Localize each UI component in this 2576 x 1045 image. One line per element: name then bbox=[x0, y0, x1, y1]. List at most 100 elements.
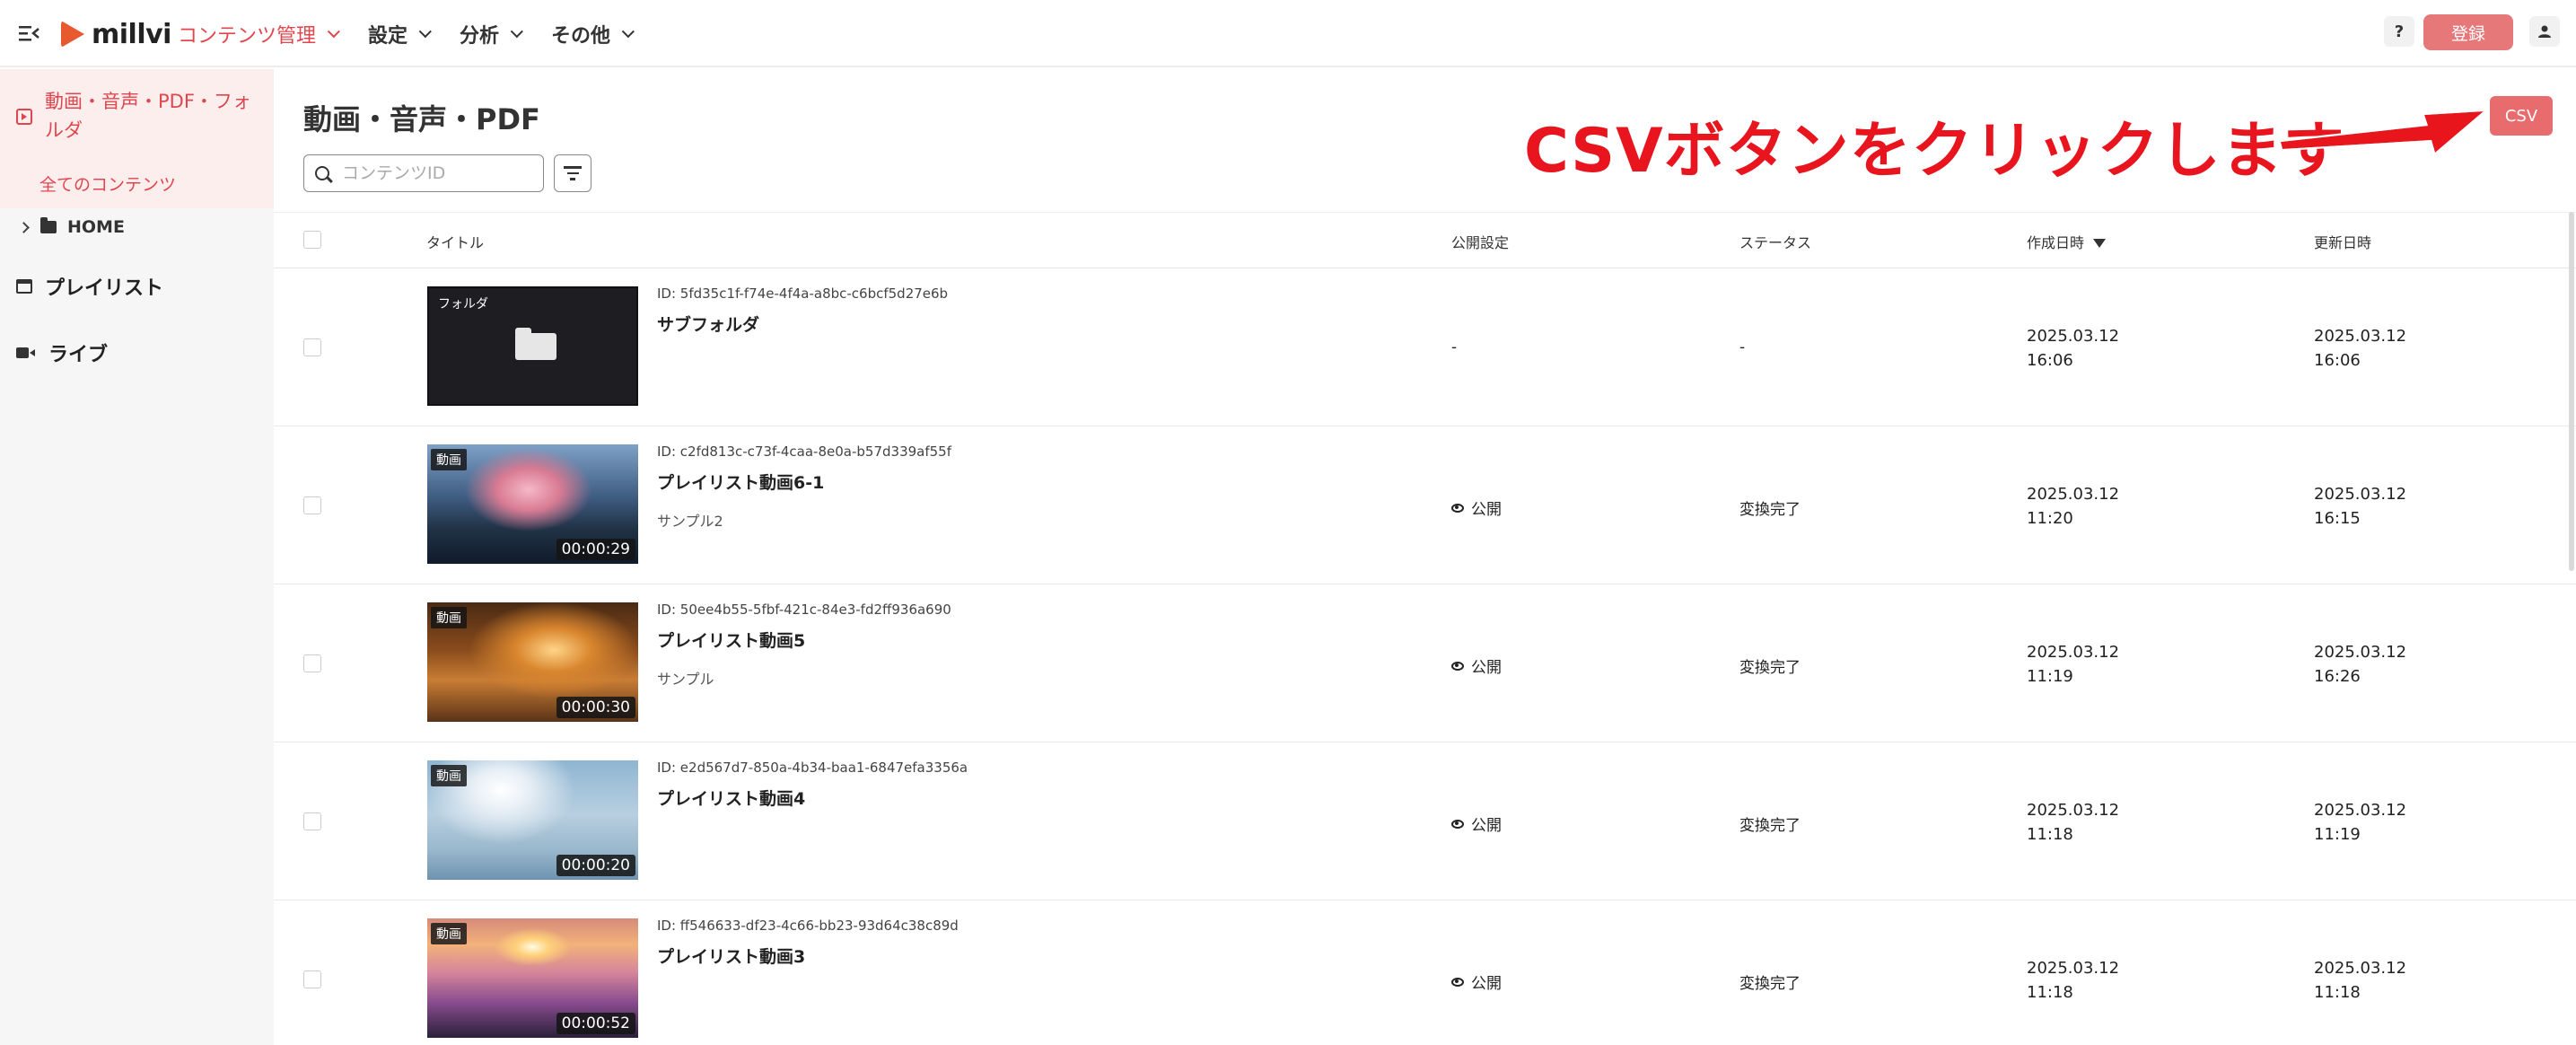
sidebar-item-media[interactable]: 動画・音声・PDF・フォルダ 全てのコンテンツ bbox=[0, 69, 274, 208]
folder-thumbnail[interactable]: フォルダ bbox=[427, 286, 638, 406]
updated-datetime: 2025.03.12 11:19 bbox=[2314, 798, 2493, 847]
nav-label: 分析 bbox=[460, 25, 500, 48]
playlist-icon bbox=[16, 279, 32, 294]
public-setting: - bbox=[1451, 338, 1458, 356]
content-title[interactable]: サブフォルダ bbox=[657, 312, 759, 336]
select-all-checkbox[interactable] bbox=[303, 231, 321, 249]
row-checkbox[interactable] bbox=[303, 812, 321, 830]
logo-text: millvi bbox=[92, 18, 171, 50]
eye-icon bbox=[1451, 503, 1464, 513]
sidebar-item-live[interactable]: ライブ bbox=[16, 338, 108, 367]
video-library-icon bbox=[16, 109, 32, 125]
content-title[interactable]: プレイリスト動画4 bbox=[657, 786, 805, 810]
eye-icon bbox=[1451, 819, 1464, 829]
row-checkbox[interactable] bbox=[303, 654, 321, 672]
menu-collapse-icon[interactable] bbox=[16, 20, 43, 47]
content-id: ID: 50ee4b55-5fbf-421c-84e3-fd2ff936a690 bbox=[657, 602, 951, 618]
user-icon[interactable] bbox=[2529, 16, 2560, 47]
type-tag: 動画 bbox=[431, 449, 467, 470]
folder-icon bbox=[515, 328, 556, 360]
content-title[interactable]: プレイリスト動画3 bbox=[657, 944, 805, 968]
sidebar: 動画・音声・PDF・フォルダ 全てのコンテンツ HOME プレイリスト ライブ bbox=[0, 69, 274, 1045]
csv-button[interactable]: CSV bbox=[2490, 96, 2553, 136]
sidebar-item-home[interactable]: HOME bbox=[18, 217, 125, 237]
time: 11:18 bbox=[2027, 825, 2073, 844]
video-thumbnail[interactable]: 動画 00:00:30 bbox=[427, 602, 638, 722]
created-datetime: 2025.03.12 11:18 bbox=[2027, 798, 2206, 847]
time: 11:20 bbox=[2027, 509, 2073, 528]
annotation-arrow bbox=[2281, 111, 2484, 153]
column-updated[interactable]: 更新日時 bbox=[2314, 231, 2371, 252]
page-title: 動画・音声・PDF bbox=[303, 102, 540, 136]
content-id: ID: c2fd813c-c73f-4caa-8e0a-b57d339af55f bbox=[657, 443, 951, 460]
sidebar-item-label: HOME bbox=[67, 217, 125, 237]
sidebar-item-all-contents[interactable]: 全てのコンテンツ bbox=[39, 171, 176, 196]
filter-button[interactable] bbox=[554, 154, 591, 192]
date: 2025.03.12 bbox=[2314, 801, 2407, 820]
type-tag: 動画 bbox=[431, 923, 467, 944]
nav-label: 設定 bbox=[368, 25, 408, 48]
content-description: サンプル2 bbox=[657, 513, 723, 530]
public-label: 公開 bbox=[1471, 975, 1502, 993]
date: 2025.03.12 bbox=[2027, 801, 2120, 820]
duration: 00:00:29 bbox=[556, 539, 635, 560]
type-tag: 動画 bbox=[431, 607, 467, 628]
content-title[interactable]: プレイリスト動画6-1 bbox=[657, 470, 824, 494]
video-thumbnail[interactable]: 動画 00:00:20 bbox=[427, 760, 638, 880]
sidebar-item-playlist[interactable]: プレイリスト bbox=[16, 272, 163, 301]
chevron-down-icon bbox=[327, 25, 340, 39]
millvi-logo[interactable]: millvi bbox=[61, 16, 171, 52]
time: 16:06 bbox=[2027, 351, 2073, 370]
column-public: 公開設定 bbox=[1451, 234, 1510, 251]
date: 2025.03.12 bbox=[2314, 643, 2407, 662]
table-row[interactable]: 動画 00:00:52 ID: ff546633-df23-4c66-bb23-… bbox=[274, 900, 2576, 1045]
nav-analytics[interactable]: 分析 bbox=[460, 20, 523, 48]
table-row[interactable]: 動画 00:00:29 ID: c2fd813c-c73f-4caa-8e0a-… bbox=[274, 426, 2576, 584]
row-checkbox[interactable] bbox=[303, 496, 321, 514]
public-label: 公開 bbox=[1471, 501, 1502, 519]
duration: 00:00:52 bbox=[556, 1013, 635, 1034]
type-tag: フォルダ bbox=[438, 297, 488, 312]
table-row[interactable]: 動画 00:00:20 ID: e2d567d7-850a-4b34-baa1-… bbox=[274, 742, 2576, 900]
date: 2025.03.12 bbox=[2027, 327, 2120, 346]
content-table: タイトル 公開設定 ステータス 作成日時 更新日時 フォルダ ID: 5fd35… bbox=[274, 212, 2576, 1045]
created-datetime: 2025.03.12 11:20 bbox=[2027, 482, 2206, 531]
video-thumbnail[interactable]: 動画 00:00:29 bbox=[427, 444, 638, 564]
search-field[interactable] bbox=[303, 154, 544, 192]
nav-content-management[interactable]: コンテンツ管理 bbox=[178, 20, 340, 48]
public-label: 公開 bbox=[1471, 659, 1502, 677]
register-button[interactable]: 登録 bbox=[2423, 14, 2513, 50]
content-id: ID: 5fd35c1f-f74e-4f4a-a8bc-c6bcf5d27e6b bbox=[657, 285, 949, 302]
date: 2025.03.12 bbox=[2027, 485, 2120, 504]
status: 変換完了 bbox=[1739, 659, 1801, 677]
public-label: 公開 bbox=[1471, 817, 1502, 835]
content-id: ID: e2d567d7-850a-4b34-baa1-6847efa3356a bbox=[657, 760, 968, 776]
date: 2025.03.12 bbox=[2027, 959, 2120, 978]
help-button[interactable]: ? bbox=[2384, 16, 2414, 47]
time: 16:15 bbox=[2314, 509, 2361, 528]
search-input[interactable] bbox=[342, 163, 521, 183]
nav-other[interactable]: その他 bbox=[551, 20, 635, 48]
filter-icon bbox=[564, 166, 582, 169]
table-row[interactable]: 動画 00:00:30 ID: 50ee4b55-5fbf-421c-84e3-… bbox=[274, 584, 2576, 742]
table-scrollbar[interactable] bbox=[2569, 212, 2574, 571]
date: 2025.03.12 bbox=[2314, 485, 2407, 504]
time: 11:18 bbox=[2314, 983, 2361, 1002]
nav-settings[interactable]: 設定 bbox=[368, 20, 432, 48]
search-icon bbox=[315, 166, 329, 180]
video-thumbnail[interactable]: 動画 00:00:52 bbox=[427, 918, 638, 1038]
chevron-right-icon[interactable] bbox=[18, 221, 30, 233]
table-row[interactable]: フォルダ ID: 5fd35c1f-f74e-4f4a-a8bc-c6bcf5d… bbox=[274, 268, 2576, 426]
video-camera-icon bbox=[16, 347, 35, 358]
content-title[interactable]: プレイリスト動画5 bbox=[657, 628, 805, 652]
column-status: ステータス bbox=[1739, 234, 1812, 251]
row-checkbox[interactable] bbox=[303, 338, 321, 356]
row-checkbox[interactable] bbox=[303, 970, 321, 988]
column-title: タイトル bbox=[426, 234, 485, 251]
content-id: ID: ff546633-df23-4c66-bb23-93d64c38c89d bbox=[657, 918, 959, 934]
updated-datetime: 2025.03.12 16:26 bbox=[2314, 640, 2493, 689]
status: - bbox=[1739, 338, 1746, 356]
column-created-sort[interactable]: 作成日時 bbox=[2027, 231, 2106, 252]
nav-label: その他 bbox=[551, 25, 611, 48]
play-logo-icon bbox=[61, 21, 84, 48]
